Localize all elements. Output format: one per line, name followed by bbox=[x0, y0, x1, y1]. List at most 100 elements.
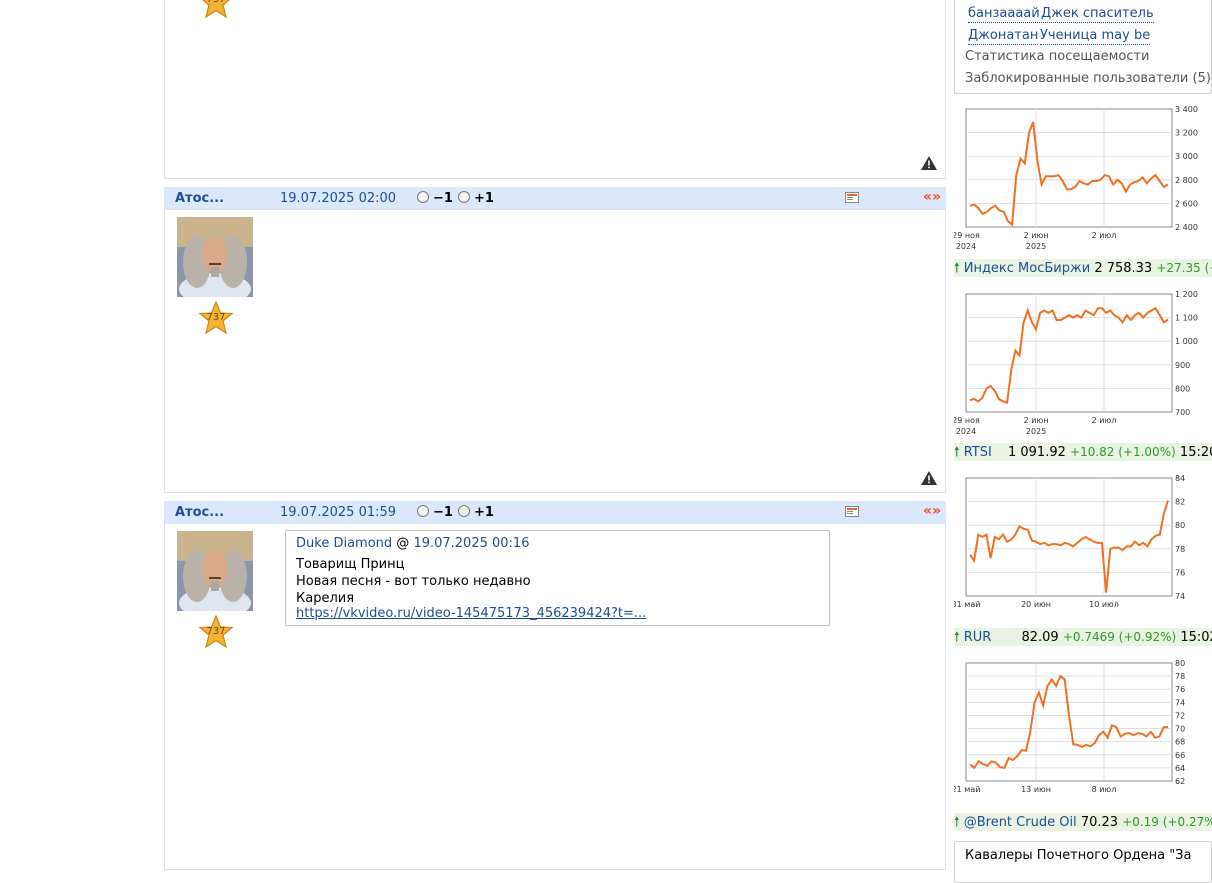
y-tick-label: 700 bbox=[1175, 408, 1190, 417]
post-author[interactable]: Атос... bbox=[175, 191, 224, 206]
y-tick-label: 74 bbox=[1175, 698, 1185, 707]
quote-button[interactable]: «» bbox=[923, 189, 941, 205]
ticker-time: 15:20 bbox=[1179, 445, 1212, 460]
x-tick-label: 29 ноя bbox=[954, 416, 980, 425]
user-link[interactable]: Джек спаситель bbox=[1041, 6, 1154, 23]
quote-date-link[interactable]: 19.07.2025 00:16 bbox=[413, 536, 529, 551]
x-tick-label: 13 июн bbox=[1021, 785, 1051, 794]
vote-plus-label: +1 bbox=[474, 191, 494, 206]
sidebar: банзаааай Джек спаситель Джонатан Учениц… bbox=[954, 0, 1212, 883]
post-author[interactable]: Атос... bbox=[175, 505, 224, 520]
users-box: банзаааай Джек спаситель Джонатан Учениц… bbox=[954, 0, 1212, 94]
ticker-value: 82.09 bbox=[1021, 630, 1059, 645]
post-body: 737 bbox=[164, 209, 946, 493]
quote-line: Товарищ Принц bbox=[296, 557, 405, 572]
y-tick-label: 62 bbox=[1175, 777, 1185, 786]
x-tick-label: 2025 bbox=[1026, 427, 1046, 436]
x-tick-label: 2024 bbox=[956, 242, 976, 251]
y-tick-label: 78 bbox=[1175, 672, 1185, 681]
vote-minus-label: −1 bbox=[433, 191, 453, 206]
blocked-users-label: Заблокированные пользователи bbox=[965, 71, 1189, 86]
vote-plus[interactable]: +1 bbox=[458, 191, 494, 206]
y-tick-label: 76 bbox=[1175, 685, 1185, 694]
report-warning-icon[interactable] bbox=[921, 156, 937, 170]
y-tick-label: 72 bbox=[1175, 711, 1185, 720]
ticker-row: 🠕 @Brent Crude Oil 70.23 +0.19 (+0.27%) … bbox=[954, 813, 1212, 831]
user-link[interactable]: Ученица may be bbox=[1040, 28, 1151, 45]
x-tick-label: 2 июл bbox=[1092, 416, 1117, 425]
report-warning-icon[interactable] bbox=[921, 471, 937, 485]
vote-plus[interactable]: +1 bbox=[458, 505, 494, 520]
quote-line: Новая песня - вот только недавно bbox=[296, 574, 531, 589]
y-tick-label: 2 800 bbox=[1175, 176, 1198, 185]
y-tick-label: 68 bbox=[1175, 738, 1185, 747]
vote-minus-radio[interactable] bbox=[417, 505, 429, 517]
y-tick-label: 3 400 bbox=[1175, 105, 1198, 114]
ticker-name[interactable]: @Brent Crude Oil bbox=[964, 815, 1077, 830]
quote-at: @ bbox=[396, 536, 410, 551]
y-tick-label: 800 bbox=[1175, 384, 1190, 393]
quote-author-link[interactable]: Duke Diamond bbox=[296, 536, 392, 551]
blocked-users-link[interactable]: Заблокированные пользователи (5) bbox=[965, 71, 1211, 86]
x-tick-label: 2025 bbox=[1026, 242, 1046, 251]
y-tick-label: 66 bbox=[1175, 751, 1185, 760]
vote-minus[interactable]: −1 bbox=[417, 505, 453, 520]
quoted-message: Duke Diamond @ 19.07.2025 00:16 Товарищ … bbox=[285, 530, 830, 626]
ticker-change: +10.82 (+1.00%) bbox=[1070, 445, 1176, 459]
post-list: 737 Атос... 19.07.2025 02:00 −1 +1 «» 73… bbox=[164, 0, 946, 870]
moex-index-chart[interactable]: 3 400 3 200 3 000 2 800 2 600 2 400 29 ноя 2024… bbox=[954, 101, 1212, 257]
user-avatar[interactable] bbox=[177, 531, 253, 611]
post-header: Атос... 19.07.2025 01:59 −1 +1 «» bbox=[164, 501, 946, 523]
quote-button[interactable]: «» bbox=[923, 503, 941, 519]
ticker-name[interactable]: RUR bbox=[964, 630, 992, 645]
vote-plus-radio[interactable] bbox=[458, 505, 470, 517]
ticker-value: 70.23 bbox=[1080, 815, 1119, 830]
y-tick-label: 78 bbox=[1175, 545, 1185, 554]
ticker-value: 2 758.33 bbox=[1094, 261, 1153, 276]
y-tick-label: 82 bbox=[1175, 498, 1185, 507]
y-tick-label: 76 bbox=[1175, 568, 1185, 577]
x-tick-label: 2 июн bbox=[1024, 416, 1049, 425]
order-box: Кавалеры Почетного Ордена "За bbox=[954, 841, 1212, 883]
ticker-name[interactable]: RTSI bbox=[964, 445, 992, 460]
post-date[interactable]: 19.07.2025 01:59 bbox=[280, 505, 396, 520]
y-tick-label: 84 bbox=[1175, 474, 1185, 483]
user-avatar[interactable] bbox=[177, 217, 253, 297]
x-tick-label: 10 июл bbox=[1089, 600, 1119, 609]
y-tick-label: 1 200 bbox=[1175, 290, 1198, 299]
user-link[interactable]: банзаааай bbox=[968, 6, 1040, 23]
x-tick-label: 2 июл bbox=[1092, 231, 1117, 240]
post-date[interactable]: 19.07.2025 02:00 bbox=[280, 191, 396, 206]
y-tick-label: 900 bbox=[1175, 361, 1190, 370]
brent-chart[interactable]: 80 78 76 74 72 70 68 66 64 62 21 май 13 июн 8 июл bbox=[954, 655, 1212, 811]
rating-value: 737 bbox=[206, 626, 226, 637]
vote-minus-radio[interactable] bbox=[417, 191, 429, 203]
ticker-name[interactable]: Индекс МосБиржи bbox=[964, 261, 1090, 276]
profile-card-icon[interactable] bbox=[845, 192, 859, 203]
y-tick-label: 80 bbox=[1175, 659, 1185, 668]
y-tick-label: 64 bbox=[1175, 764, 1185, 773]
vote-minus[interactable]: −1 bbox=[417, 191, 453, 206]
vote-plus-radio[interactable] bbox=[458, 191, 470, 203]
profile-card-icon[interactable] bbox=[845, 506, 859, 517]
quote-line: Карелия bbox=[296, 591, 355, 606]
ticker-row: 🠕 RUR 82.09 +0.7469 (+0.92%) 15:02 bbox=[954, 628, 1212, 646]
rur-chart[interactable]: 84 82 80 78 76 74 31 май 20 июн 10 июл bbox=[954, 470, 1212, 626]
rating-value: 737 bbox=[206, 312, 226, 323]
blocked-users-count: (5) bbox=[1192, 71, 1211, 86]
y-tick-label: 70 bbox=[1175, 725, 1185, 734]
y-tick-label: 74 bbox=[1175, 592, 1185, 601]
ticker-change: +0.19 (+0.27%) bbox=[1122, 815, 1212, 829]
up-arrow-icon: 🠕 bbox=[954, 445, 960, 460]
rtsi-chart[interactable]: 1 200 1 100 1 000 900 800 700 29 ноя 2024 2 июн 2… bbox=[954, 286, 1212, 442]
ticker-row: 🠕 Индекс МосБиржи 2 758.33 +27.35 (+1. bbox=[954, 259, 1212, 277]
ticker-value: 1 091.92 bbox=[1007, 445, 1066, 460]
up-arrow-icon: 🠕 bbox=[954, 261, 960, 276]
y-tick-label: 80 bbox=[1175, 521, 1185, 530]
ticker-row: 🠕 RTSI 1 091.92 +10.82 (+1.00%) 15:20 bbox=[954, 443, 1212, 461]
stats-link[interactable]: Статистика посещаемости bbox=[965, 49, 1150, 64]
y-tick-label: 3 200 bbox=[1175, 129, 1198, 138]
user-link[interactable]: Джонатан bbox=[968, 28, 1039, 45]
quote-video-link[interactable]: https://vkvideo.ru/video-145475173_45623… bbox=[296, 606, 646, 621]
x-tick-label: 29 ноя bbox=[954, 231, 980, 240]
